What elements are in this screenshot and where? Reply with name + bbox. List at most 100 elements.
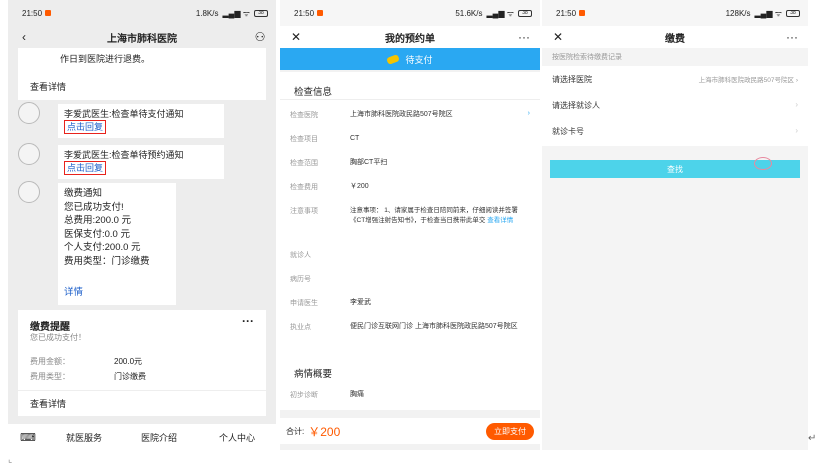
page-title: 缴费: [665, 33, 685, 45]
status-bar: 21:50 128K/s ▂▄▆ ᯤ 38: [542, 0, 808, 26]
notice-line: 费用类型：门诊缴费: [64, 255, 150, 267]
payment-search-screen: 21:50 128K/s ▂▄▆ ᯤ 38 ✕ 缴费 ··· 按医院检索待缴费记录 …: [542, 0, 808, 450]
card-number-field[interactable]: 就诊卡号 ›: [552, 126, 798, 137]
battery-icon: 38: [786, 9, 800, 17]
view-detail-link[interactable]: 查看详情: [30, 397, 66, 410]
chevron-right-icon[interactable]: ›: [528, 110, 530, 120]
payment-notice-bubble: 缴费通知 您已成功支付! 总费用:200.0 元 医保支付:0.0 元 个人支付…: [58, 183, 176, 305]
hospital-select[interactable]: 请选择医院 上海市肺科医院政民路507号院区 ›: [552, 74, 798, 85]
close-icon[interactable]: ✕: [550, 30, 566, 44]
chat-screen: 21:50 1.8K/s ▂▄▆ ᯤ 38 ‹ 上海市肺科医院 ⚇ 作日到医院进行退…: [8, 0, 276, 450]
pay-now-button[interactable]: 立即支付: [486, 422, 534, 440]
status-bar: 21:50 51.6K/s ▂▄▆ ᯤ 38: [280, 0, 540, 26]
network-speed: 128K/s: [725, 8, 751, 18]
cursor-mark-icon: ⌞: [8, 454, 13, 464]
header: ✕ 缴费 ···: [542, 26, 808, 48]
payment-icon: [386, 53, 401, 65]
info-row: 检查项目 CT: [290, 134, 530, 144]
payment-reminder-card: 缴费提醒 ··· 您已成功支付！ 费用金额： 200.0元 费用类型： 门诊缴费…: [18, 310, 266, 416]
bottom-tabbar: ⌨ 就医服务 医院介绍 个人中心: [8, 424, 276, 450]
row-label: 检查费用: [290, 184, 318, 191]
reply-link[interactable]: 点击回复: [64, 161, 107, 175]
header: ✕ 我的预约单 ···: [280, 26, 540, 48]
info-row: 申请医生 李爱武: [290, 298, 530, 308]
notice-line: 个人支付:200.0 元: [64, 242, 141, 253]
type-value: 门诊缴费: [114, 372, 146, 381]
tab-hospital-intro[interactable]: 医院介绍: [120, 431, 198, 444]
notice-line: 您已成功支付!: [64, 201, 124, 213]
network-speed: 51.6K/s: [455, 8, 483, 18]
field-label: 请选择医院: [552, 75, 592, 84]
row-label: 申请医生: [290, 300, 318, 307]
tab-medical-service[interactable]: 就医服务: [48, 431, 120, 444]
more-icon[interactable]: ···: [242, 314, 254, 328]
pending-payment-label: 待支付: [405, 54, 433, 65]
status-banner: 待支付: [280, 48, 540, 70]
row-value: CT: [350, 135, 360, 142]
signal-icon: ▂▄▆ ᯤ: [754, 8, 783, 18]
info-row: 初步诊断 胸痛: [290, 390, 530, 400]
info-row: 检查范围 胸部CT平扫: [290, 158, 530, 168]
battery-icon: 38: [518, 9, 532, 17]
user-icon[interactable]: ⚇: [252, 30, 268, 44]
row-label: 检查项目: [290, 136, 318, 143]
status-time: 21:50: [294, 8, 315, 18]
notification-icon: [317, 9, 324, 16]
view-detail-link[interactable]: 查看详情: [487, 217, 513, 224]
detail-link[interactable]: 详情: [64, 286, 170, 300]
row-value: 便民门诊互联网门诊 上海市肺科医院政民路507号院区: [350, 323, 518, 330]
chevron-right-icon: ›: [795, 126, 798, 135]
tab-personal-center[interactable]: 个人中心: [198, 431, 276, 444]
network-speed: 1.8K/s: [195, 8, 219, 18]
exam-info-card: [280, 72, 540, 410]
section-title: 病情概要: [294, 369, 333, 380]
info-row: 病历号: [290, 274, 530, 284]
keyboard-icon[interactable]: ⌨: [8, 431, 48, 444]
message-text: 李爱武医生:检查单待支付通知: [64, 109, 184, 119]
back-icon[interactable]: ‹: [16, 30, 32, 44]
signal-icon: ▂▄▆ ᯤ: [222, 8, 251, 18]
refund-text: 作日到医院进行退费。: [60, 54, 151, 64]
reply-link[interactable]: 点击回复: [64, 120, 107, 134]
amount-value: 200.0元: [114, 357, 143, 366]
header: ‹ 上海市肺科医院 ⚇: [8, 26, 276, 48]
signal-icon: ▂▄▆ ᯤ: [486, 8, 515, 18]
row-label: 注意事项: [290, 208, 318, 215]
info-row: 执业点 便民门诊互联网门诊 上海市肺科医院政民路507号院区: [290, 322, 530, 332]
close-icon[interactable]: ✕: [288, 30, 304, 44]
patient-select[interactable]: 请选择就诊人 ›: [552, 100, 798, 111]
row-value: 胸痛: [350, 391, 364, 398]
notice-line: 总费用:200.0 元: [64, 215, 132, 226]
more-icon[interactable]: ···: [784, 30, 800, 44]
chevron-right-icon: ›: [795, 100, 798, 109]
row-label: 病历号: [290, 276, 311, 283]
status-bar: 21:50 1.8K/s ▂▄▆ ᯤ 38: [8, 0, 276, 26]
page-title: 上海市肺科医院: [107, 33, 177, 45]
field-label: 请选择就诊人: [552, 101, 600, 110]
more-icon[interactable]: ···: [516, 30, 532, 44]
field-value: 上海市肺科医院政民路507号院区: [698, 77, 795, 84]
return-mark-icon: ↵: [808, 433, 817, 444]
page-title: 我的预约单: [385, 33, 435, 45]
status-time: 21:50: [556, 8, 577, 18]
row-label: 就诊人: [290, 252, 311, 259]
info-row: 检查医院 上海市肺科医院政民路507号院区 ›: [290, 110, 530, 120]
total-value: ￥200: [308, 424, 341, 439]
message-bubble: 李爱武医生:检查单待预约通知 点击回复: [58, 145, 224, 179]
row-value: 胸部CT平扫: [350, 159, 388, 166]
status-time: 21:50: [22, 8, 43, 18]
amount-label: 费用金额：: [30, 357, 70, 366]
reminder-sub: 您已成功支付！: [30, 333, 86, 342]
field-label: 就诊卡号: [552, 127, 584, 136]
info-row: 检查费用 ￥200: [290, 182, 530, 192]
search-hint: 按医院检索待缴费记录: [552, 54, 622, 61]
doctor-avatar: [18, 143, 40, 165]
info-row: 就诊人: [290, 250, 530, 260]
notification-icon: [579, 9, 586, 16]
search-button-label: 查找: [667, 164, 683, 174]
tap-indicator-icon: [754, 157, 772, 170]
row-value: 李爱武: [350, 299, 371, 306]
row-value: 上海市肺科医院政民路507号院区: [350, 111, 453, 118]
reminder-title: 缴费提醒: [30, 322, 70, 333]
view-detail-link[interactable]: 查看详情: [30, 80, 66, 93]
